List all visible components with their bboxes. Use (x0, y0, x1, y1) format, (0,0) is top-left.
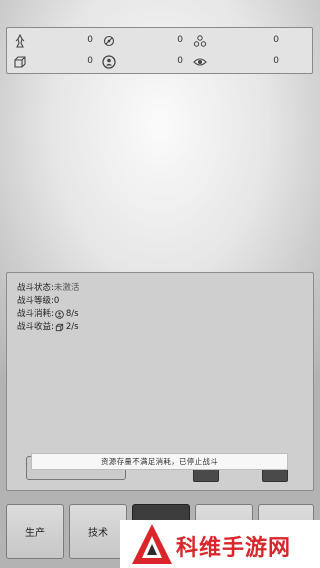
person-badge-icon (55, 309, 64, 319)
tab-technology[interactable]: 技术 (69, 504, 127, 559)
watermark-text: 科维手游网 (176, 536, 292, 561)
gear-icon (102, 34, 116, 48)
box-icon (13, 55, 27, 69)
resource-eye (193, 52, 207, 72)
eye-icon (193, 55, 207, 69)
battle-income-value: 2/s (65, 322, 79, 332)
battle-status: 战斗状态: 未激活 (17, 282, 79, 294)
resource-person-value: 0 (177, 56, 183, 66)
toast-message: 资源存量不满足消耗，已停止战斗 (31, 453, 288, 470)
battle-status-label: 战斗状态: (17, 283, 54, 293)
battle-consume-label: 战斗消耗: (17, 309, 54, 319)
resource-crystal (13, 31, 27, 51)
resource-panel: 0 0 0 0 0 0 (6, 27, 313, 74)
resource-person (102, 52, 116, 72)
resource-gear-value: 0 (177, 35, 183, 45)
resource-box-value: 0 (87, 56, 93, 66)
person-badge-icon (102, 55, 116, 69)
tab-production[interactable]: 生产 (6, 504, 64, 559)
battle-level-value: 0 (53, 296, 60, 306)
battle-income-label: 战斗收益: (17, 322, 54, 332)
battle-consume-value: 8/s (65, 309, 79, 319)
battle-consume: 战斗消耗: 8/s (17, 308, 79, 320)
battle-level: 战斗等级: 0 (17, 295, 59, 307)
resource-gear (102, 31, 116, 51)
resource-eye-value: 0 (273, 56, 279, 66)
battle-level-label: 战斗等级: (17, 296, 54, 306)
resource-box (13, 52, 27, 72)
box-icon (55, 323, 64, 332)
crystal-icon (13, 34, 27, 48)
battle-income: 战斗收益: 2/s (17, 321, 79, 333)
watermark-logo-icon (132, 524, 172, 564)
resource-triangle (193, 31, 207, 51)
resource-triangle-value: 0 (273, 35, 279, 45)
battle-status-value: 未激活 (53, 283, 80, 293)
triangle-cluster-icon (193, 34, 207, 48)
resource-crystal-value: 0 (87, 35, 93, 45)
